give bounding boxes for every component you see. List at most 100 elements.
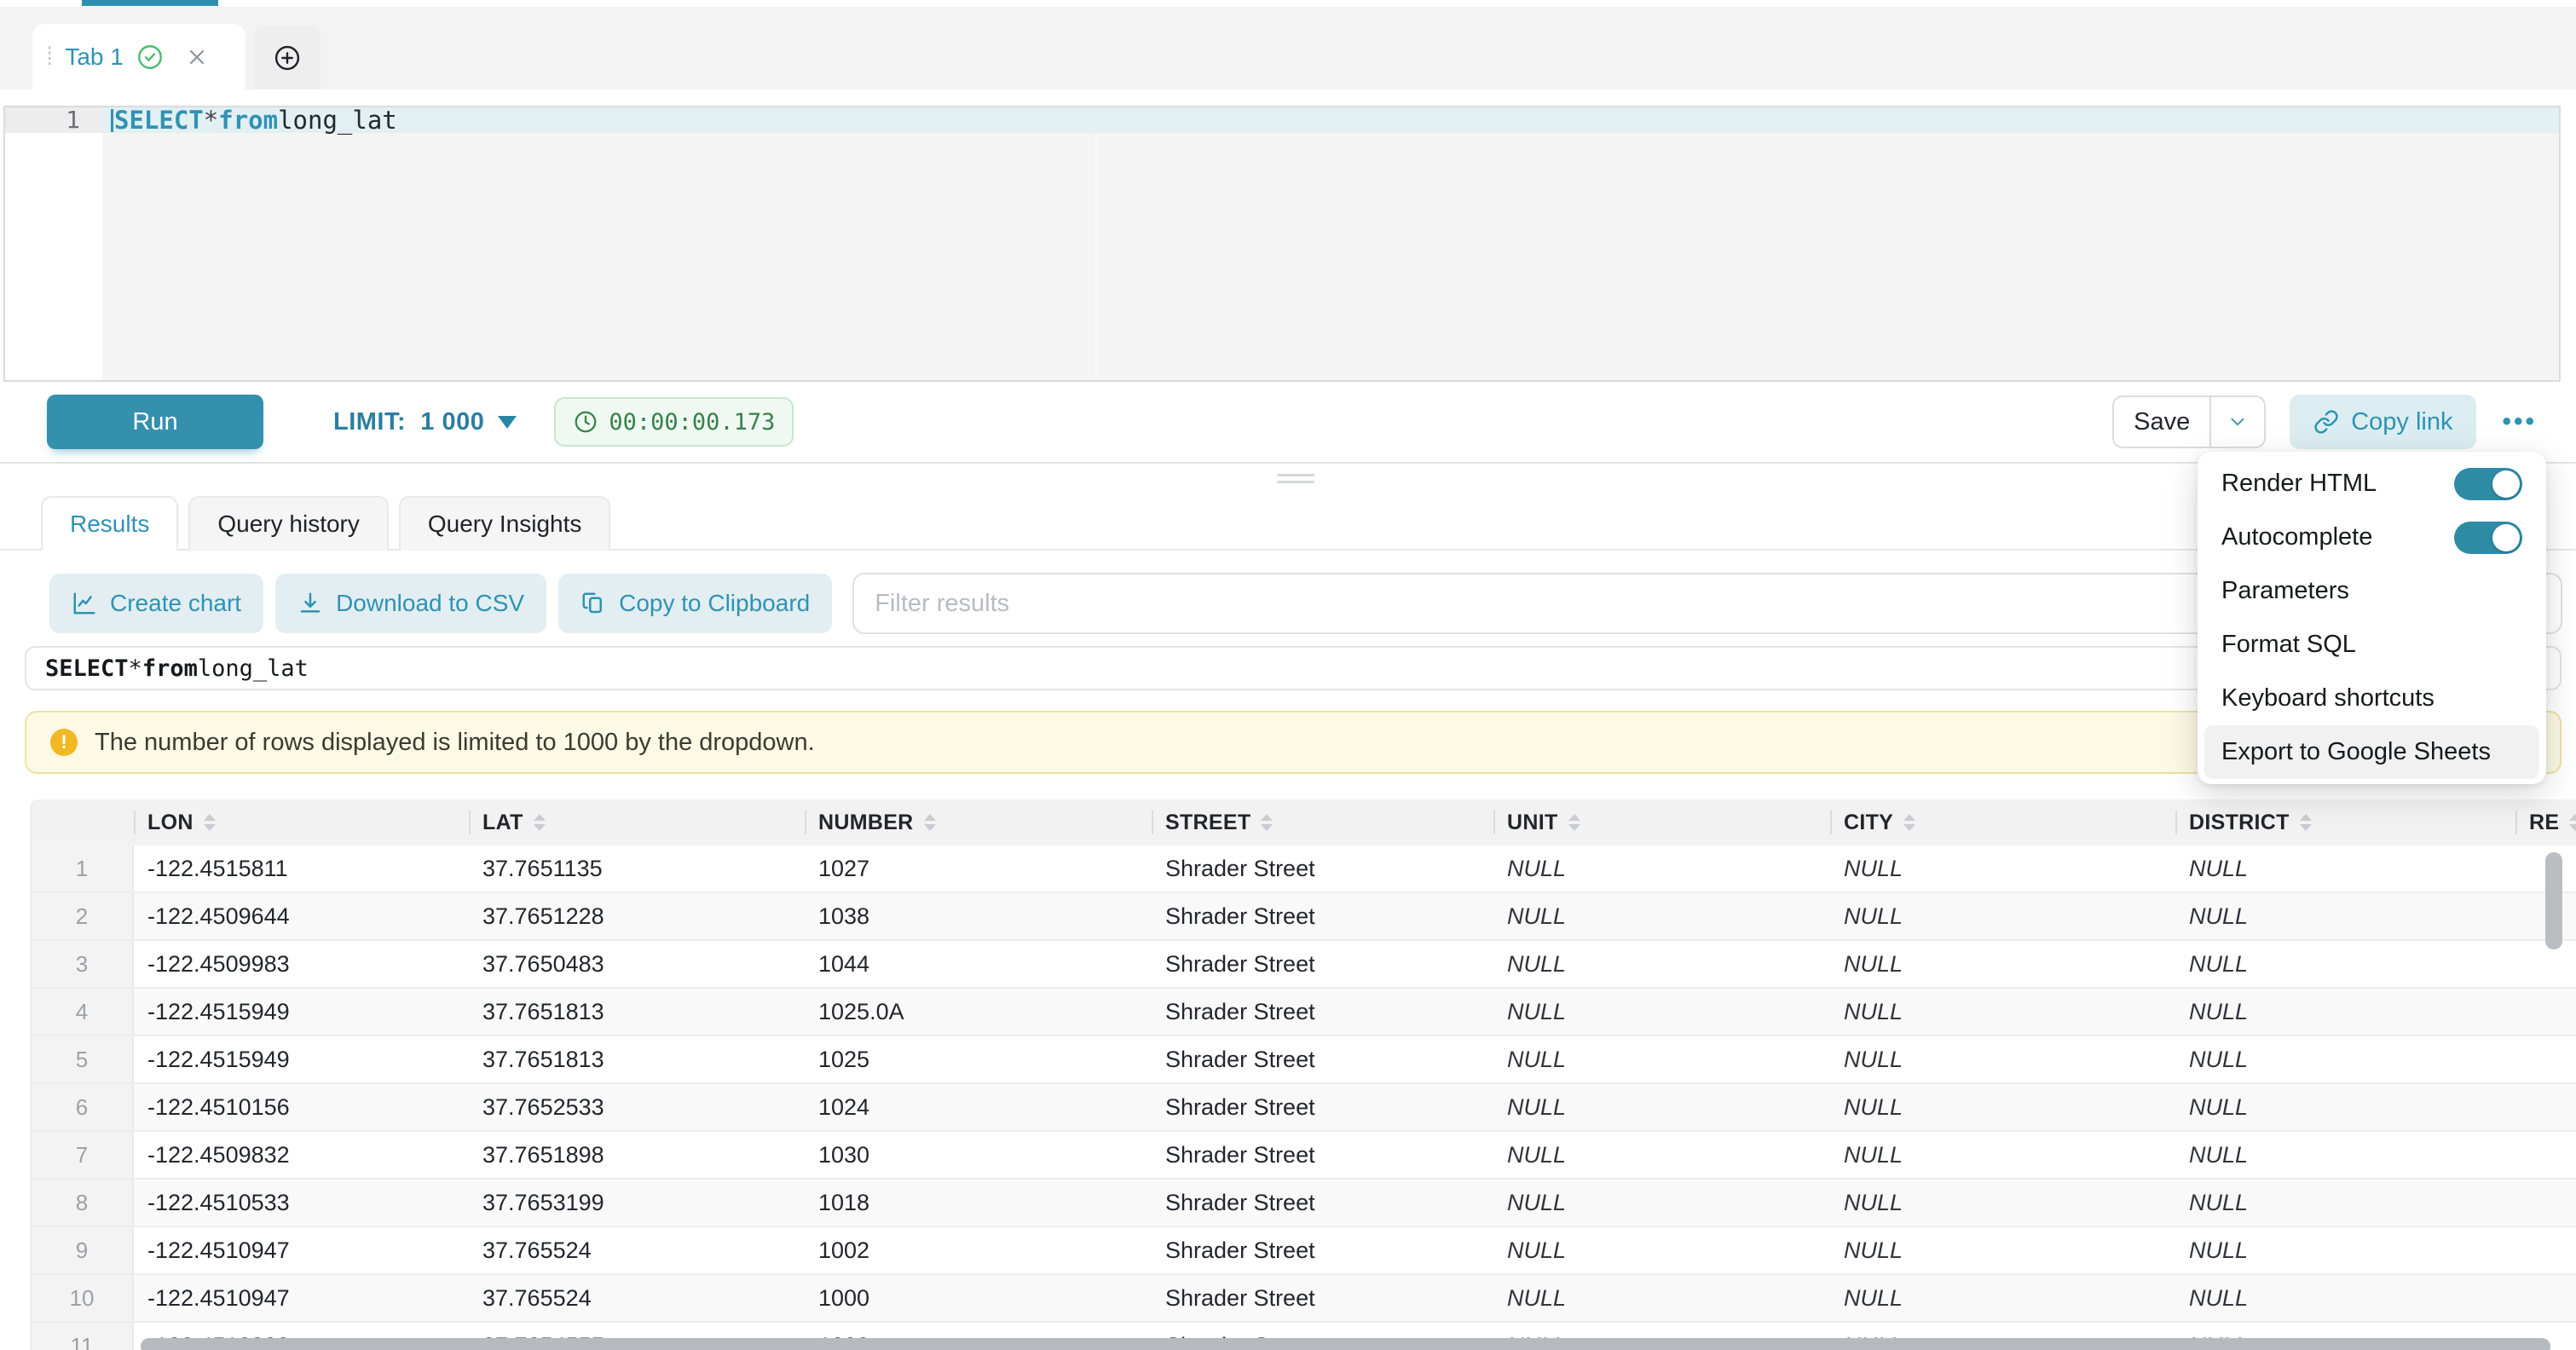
cell[interactable]: NULL (1493, 1227, 1830, 1273)
table-row[interactable]: 2-122.450964437.76512281038Shrader Stree… (32, 893, 2576, 941)
cell[interactable]: -122.4510156 (134, 1084, 469, 1130)
cell[interactable]: 37.7651813 (469, 989, 805, 1035)
cell[interactable]: NULL (2175, 893, 2515, 939)
cell[interactable]: -122.4509644 (134, 893, 469, 939)
cell[interactable] (2515, 941, 2576, 987)
menu-item-autocomplete[interactable]: Autocomplete (2198, 511, 2546, 564)
cell[interactable]: -122.4515949 (134, 1036, 469, 1082)
table-row[interactable]: 1-122.451581137.76511351027Shrader Stree… (32, 845, 2576, 893)
copy-link-button[interactable]: Copy link (2290, 395, 2476, 449)
cell[interactable]: Shrader Street (1152, 1180, 1493, 1226)
cell[interactable]: NULL (1830, 893, 2175, 939)
cell[interactable]: NULL (2175, 1036, 2515, 1082)
save-button[interactable]: Save (2114, 397, 2209, 447)
cell[interactable]: -122.4515811 (134, 845, 469, 891)
cell[interactable]: 1025 (805, 1036, 1152, 1082)
cell[interactable] (2515, 1180, 2576, 1226)
sort-icon[interactable] (534, 814, 546, 831)
limit-dropdown[interactable]: LIMIT: 1 000 (333, 408, 517, 436)
horizontal-scrollbar[interactable] (141, 1338, 2550, 1350)
menu-item-export-to-google-sheets[interactable]: Export to Google Sheets (2204, 725, 2539, 779)
cell[interactable] (2515, 1132, 2576, 1178)
cell[interactable]: NULL (1493, 989, 1830, 1035)
table-row[interactable]: 6-122.451015637.76525331024Shrader Stree… (32, 1084, 2576, 1132)
sort-icon[interactable] (1261, 814, 1273, 831)
cell[interactable]: 37.7653199 (469, 1180, 805, 1226)
column-header-city[interactable]: CITY (1830, 799, 2175, 845)
cell[interactable]: -122.4510947 (134, 1275, 469, 1321)
cell[interactable]: NULL (1830, 1084, 2175, 1130)
cell[interactable]: 1030 (805, 1132, 1152, 1178)
cell[interactable]: NULL (1830, 1132, 2175, 1178)
column-header-re[interactable]: RE (2515, 799, 2576, 845)
cell[interactable]: Shrader Street (1152, 1275, 1493, 1321)
menu-item-render-html[interactable]: Render HTML (2198, 457, 2546, 511)
cell[interactable]: 1018 (805, 1180, 1152, 1226)
cell[interactable]: -122.4509832 (134, 1132, 469, 1178)
cell[interactable]: 1038 (805, 893, 1152, 939)
cell[interactable]: 1025.0A (805, 989, 1152, 1035)
cell[interactable]: NULL (1493, 1036, 1830, 1082)
cell[interactable]: NULL (1830, 1275, 2175, 1321)
column-header-lon[interactable]: LON (134, 799, 469, 845)
cell[interactable]: NULL (2175, 1227, 2515, 1273)
table-row[interactable]: 3-122.450998337.76504831044Shrader Stree… (32, 941, 2576, 989)
cell[interactable]: 37.7652533 (469, 1084, 805, 1130)
column-header-lat[interactable]: LAT (469, 799, 805, 845)
cell[interactable]: NULL (1830, 941, 2175, 987)
more-options-button[interactable]: ••• (2502, 407, 2537, 436)
new-tab-button[interactable] (254, 26, 321, 89)
cell[interactable]: NULL (2175, 1132, 2515, 1178)
column-header-district[interactable]: DISTRICT (2175, 799, 2515, 845)
cell[interactable]: 37.7651813 (469, 1036, 805, 1082)
pane-resize-handle[interactable] (1277, 474, 1314, 488)
table-row[interactable]: 5-122.451594937.76518131025Shrader Stree… (32, 1036, 2576, 1084)
cell[interactable]: 37.7651135 (469, 845, 805, 891)
cell[interactable]: Shrader Street (1152, 893, 1493, 939)
cell[interactable]: NULL (2175, 989, 2515, 1035)
toggle-switch-on[interactable] (2454, 468, 2522, 500)
cell[interactable]: NULL (2175, 845, 2515, 891)
table-row[interactable]: 4-122.451594937.76518131025.0AShrader St… (32, 989, 2576, 1036)
cell[interactable] (2515, 989, 2576, 1035)
sort-icon[interactable] (2569, 814, 2576, 831)
table-row[interactable]: 7-122.450983237.76518981030Shrader Stree… (32, 1132, 2576, 1180)
cell[interactable]: 37.765524 (469, 1227, 805, 1273)
vertical-scrollbar[interactable] (2545, 852, 2562, 949)
cell[interactable] (2515, 1275, 2576, 1321)
cell[interactable]: -122.4510533 (134, 1180, 469, 1226)
drag-handle-icon[interactable]: ⁞ (46, 44, 53, 70)
sort-icon[interactable] (204, 814, 216, 831)
create-chart-button[interactable]: Create chart (49, 574, 263, 633)
cell[interactable]: NULL (1830, 1227, 2175, 1273)
results-tab-query-insights[interactable]: Query Insights (399, 496, 611, 551)
cell[interactable]: Shrader Street (1152, 1132, 1493, 1178)
cell[interactable]: Shrader Street (1152, 845, 1493, 891)
cell[interactable]: 1044 (805, 941, 1152, 987)
cell[interactable]: 1024 (805, 1084, 1152, 1130)
cell[interactable]: NULL (1493, 845, 1830, 891)
close-tab-icon[interactable] (185, 45, 209, 69)
save-options-button[interactable] (2211, 397, 2264, 447)
cell[interactable]: NULL (2175, 941, 2515, 987)
cell[interactable]: -122.4510947 (134, 1227, 469, 1273)
cell[interactable]: NULL (1493, 941, 1830, 987)
cell[interactable]: -122.4515949 (134, 989, 469, 1035)
cell[interactable]: 1027 (805, 845, 1152, 891)
cell[interactable]: 1000 (805, 1275, 1152, 1321)
cell[interactable]: NULL (1493, 1275, 1830, 1321)
table-row[interactable]: 9-122.451094737.7655241002Shrader Street… (32, 1227, 2576, 1275)
cell[interactable]: NULL (1493, 893, 1830, 939)
sort-icon[interactable] (2300, 814, 2312, 831)
sort-icon[interactable] (924, 814, 936, 831)
cell[interactable]: NULL (2175, 1084, 2515, 1130)
sort-icon[interactable] (1903, 814, 1915, 831)
menu-item-format-sql[interactable]: Format SQL (2198, 618, 2546, 672)
cell[interactable]: 1002 (805, 1227, 1152, 1273)
cell[interactable]: -122.4509983 (134, 941, 469, 987)
cell[interactable] (2515, 1036, 2576, 1082)
menu-item-parameters[interactable]: Parameters (2198, 564, 2546, 618)
toggle-switch-on[interactable] (2454, 522, 2522, 554)
column-header-street[interactable]: STREET (1152, 799, 1493, 845)
cell[interactable]: Shrader Street (1152, 989, 1493, 1035)
